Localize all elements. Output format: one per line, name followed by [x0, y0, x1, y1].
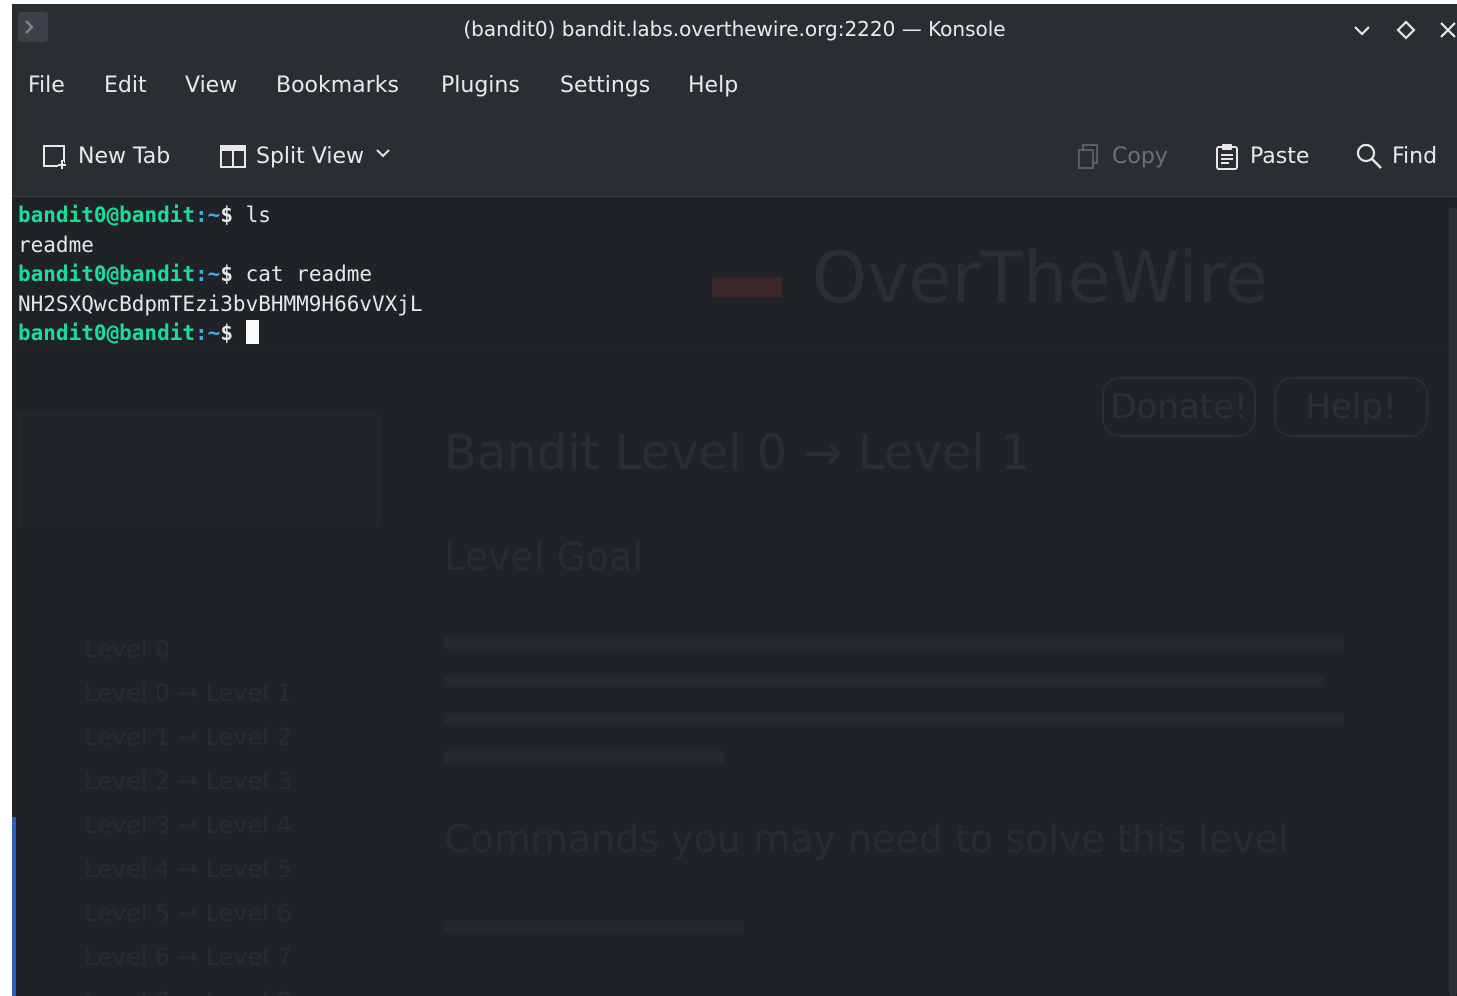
bg-sidebar-levels: Level 0 Level 0 → Level 1 Level 1 → Leve…: [84, 635, 292, 996]
menu-plugins[interactable]: Plugins: [441, 73, 520, 98]
prompt-path: :~: [195, 321, 221, 345]
terminal-view[interactable]: OverTheWire Donate! Help! Bandit Level 0…: [12, 197, 1457, 996]
terminal-output: bandit0@bandit:~$ ls readme bandit0@bandit…: [18, 201, 423, 349]
terminal-cursor: [245, 320, 259, 344]
maximize-icon[interactable]: [1394, 18, 1418, 42]
bg-paragraph: [444, 637, 1364, 787]
terminal-prompt-line: bandit0@bandit:~$ cat readme: [18, 260, 423, 290]
bg-logo-mark: [712, 277, 782, 297]
search-icon: [1356, 143, 1382, 169]
bg-commands-heading: Commands you may need to solve this leve…: [444, 817, 1289, 861]
title-bar[interactable]: (bandit0) bandit.labs.overthewire.org:22…: [12, 4, 1457, 56]
bg-donate-button: Donate!: [1102, 377, 1256, 437]
split-view-icon: [220, 145, 246, 168]
window-title: (bandit0) bandit.labs.overthewire.org:22…: [463, 17, 1006, 41]
terminal-prompt-line: bandit0@bandit:~$ ls: [18, 201, 423, 231]
terminal-output-line: NH2SXQwcBdpmTEzi3bvBHMM9H66vVXjL: [18, 291, 423, 316]
find-button[interactable]: Find: [1354, 138, 1437, 174]
new-tab-label: New Tab: [78, 143, 171, 169]
menu-bar: File Edit View Bookmarks Plugins Setting…: [12, 56, 1457, 120]
prompt-symbol: $: [220, 203, 246, 227]
bg-logo: OverTheWire: [812, 237, 1268, 319]
prompt-path: :~: [195, 262, 221, 286]
prompt-user: bandit0@bandit: [18, 203, 196, 227]
menu-edit[interactable]: Edit: [104, 73, 147, 98]
prompt-symbol: $: [220, 321, 246, 345]
paste-button[interactable]: Paste: [1212, 138, 1309, 174]
terminal-prompt-line: bandit0@bandit:~$: [18, 319, 423, 349]
menu-bookmarks[interactable]: Bookmarks: [276, 73, 399, 98]
menu-settings[interactable]: Settings: [560, 73, 650, 98]
copy-label: Copy: [1112, 143, 1168, 169]
bg-help-button: Help!: [1274, 377, 1428, 437]
left-accent-bar: [12, 817, 16, 996]
bg-sidebar-box: [18, 413, 380, 527]
prompt-symbol: $: [220, 262, 246, 286]
split-view-button[interactable]: Split View: [218, 138, 394, 174]
minimize-icon[interactable]: [1350, 18, 1374, 42]
copy-button[interactable]: Copy: [1074, 138, 1168, 174]
terminal-scrollbar[interactable]: [1449, 207, 1457, 996]
chevron-down-icon[interactable]: [372, 142, 394, 170]
konsole-window: (bandit0) bandit.labs.overthewire.org:22…: [12, 4, 1457, 996]
copy-icon: [1078, 144, 1098, 169]
menu-help[interactable]: Help: [688, 73, 738, 98]
split-view-label: Split View: [256, 143, 364, 169]
prompt-path: :~: [195, 203, 221, 227]
new-tab-icon: [43, 145, 66, 169]
prompt-user: bandit0@bandit: [18, 262, 196, 286]
terminal-command: ls: [245, 203, 271, 227]
menu-view[interactable]: View: [185, 73, 237, 98]
prompt-user: bandit0@bandit: [18, 321, 196, 345]
terminal-command: cat readme: [245, 262, 373, 286]
paste-label: Paste: [1250, 143, 1310, 169]
bg-level-goal: Level Goal: [444, 535, 643, 579]
find-label: Find: [1392, 143, 1438, 169]
toolbar: New Tab Split View Copy Paste Find: [12, 120, 1457, 197]
close-icon[interactable]: [1436, 18, 1457, 42]
terminal-output-line: readme: [18, 232, 94, 257]
bg-page-heading: Bandit Level 0 → Level 1: [444, 425, 1031, 481]
paste-icon: [1216, 144, 1238, 170]
new-tab-button[interactable]: New Tab: [40, 138, 170, 174]
bg-commands-list: [444, 921, 744, 933]
menu-file[interactable]: File: [28, 73, 65, 98]
